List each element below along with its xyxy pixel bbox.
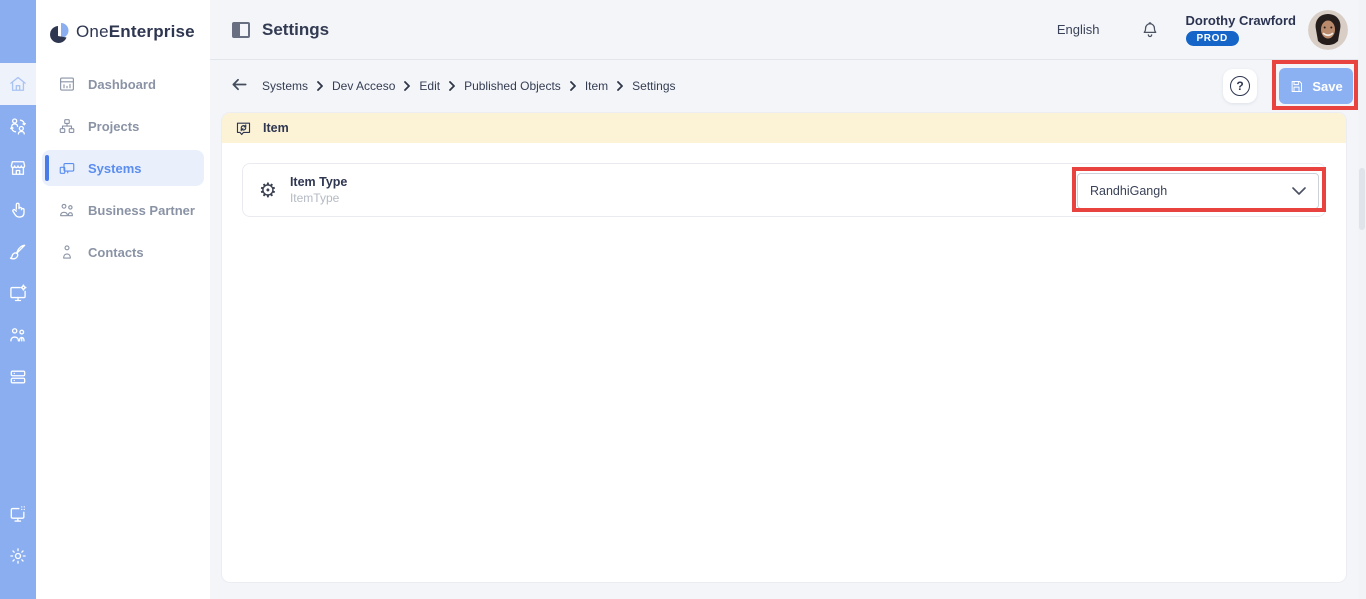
scrollbar-track: [1358, 0, 1366, 599]
save-disk-icon: [1291, 80, 1303, 92]
breadcrumb-item-systems[interactable]: Systems: [262, 79, 308, 93]
brand-logo-icon: [50, 23, 69, 43]
help-button[interactable]: ?: [1223, 69, 1257, 103]
systems-icon: [59, 162, 75, 174]
chevron-right-icon: [449, 80, 455, 91]
chevron-down-icon: [1292, 186, 1306, 195]
settings-gear-icon: [10, 548, 26, 564]
page-title: Settings: [262, 19, 330, 39]
breadcrumb-item-published-objects[interactable]: Published Objects: [464, 79, 561, 93]
rail-monitor-apps-icon[interactable]: [0, 493, 36, 535]
bell-icon: [1143, 21, 1156, 37]
active-item-indicator: [45, 155, 49, 181]
sidebar-item-label: Business Partner: [88, 202, 195, 218]
business-partner-icon: [60, 203, 73, 217]
save-button[interactable]: Save: [1279, 68, 1353, 104]
sidebar-item-label: Projects: [88, 118, 140, 134]
rail-paint-brush-icon[interactable]: [0, 231, 36, 273]
chevron-right-icon: [404, 80, 411, 91]
topbar-right: English Dorothy Crawford PROD: [1057, 9, 1348, 50]
brand-logo[interactable]: OneEnterprise: [36, 0, 210, 48]
rail-business-partner-icon[interactable]: [0, 314, 36, 356]
monitor-star-icon: [10, 284, 27, 302]
home-icon: [10, 76, 26, 91]
rail-people-sync-icon[interactable]: [0, 105, 36, 147]
sidebar-item-label: Dashboard: [88, 76, 156, 92]
brand-name: OneEnterprise: [76, 22, 195, 41]
sidebar: OneEnterprise Dashboard Projects Systems…: [36, 0, 210, 599]
scrollbar-thumb[interactable]: [1359, 168, 1365, 230]
main-area: Settings English Dorothy Crawford PROD S…: [210, 0, 1366, 599]
breadcrumb-item-dev-acceso[interactable]: Dev Acceso: [332, 79, 395, 93]
toolbar: Systems Dev Acceso Edit Published Object…: [210, 61, 1358, 110]
breadcrumb-item-edit[interactable]: Edit: [419, 79, 440, 93]
sidebar-nav: Dashboard Projects Systems Business Part…: [36, 63, 210, 273]
rail-server-icon[interactable]: [0, 356, 36, 398]
section-banner: Item: [222, 113, 1346, 143]
sidebar-item-business-partner[interactable]: Business Partner: [36, 189, 210, 231]
language-selector[interactable]: English: [1057, 22, 1100, 37]
rail-home-icon[interactable]: [0, 63, 36, 105]
chevron-right-icon: [569, 80, 576, 91]
projects-icon: [59, 119, 75, 133]
sidebar-item-label: Contacts: [88, 244, 144, 260]
gear-icon: ⚙: [259, 178, 277, 202]
user-name: Dorothy Crawford: [1185, 13, 1297, 28]
environment-badge: PROD: [1185, 31, 1239, 46]
topbar: Settings English Dorothy Crawford PROD: [210, 0, 1358, 60]
store-icon: [10, 161, 26, 175]
field-sublabel: ItemType: [289, 191, 340, 205]
content-panel: Item ⚙ Item Type ItemType RandhiGangh: [222, 113, 1346, 582]
chevron-right-icon: [317, 80, 323, 91]
back-button[interactable]: [230, 75, 249, 94]
rail-settings-gear-icon[interactable]: [0, 535, 36, 577]
sidebar-item-contacts[interactable]: Contacts: [36, 231, 210, 273]
item-type-dropdown[interactable]: RandhiGangh: [1077, 173, 1319, 209]
hand-pointer-icon: [12, 202, 25, 218]
people-sync-icon: [10, 118, 26, 135]
save-button-label: Save: [1312, 78, 1343, 94]
field-labels: Item Type ItemType: [290, 175, 347, 205]
dropdown-selected-value: RandhiGangh: [1090, 184, 1168, 198]
sidebar-item-label: Systems: [88, 160, 142, 176]
business-partner-icon: [10, 328, 25, 342]
avatar-photo: [1308, 9, 1348, 50]
field-label: Item Type: [289, 175, 348, 189]
question-icon: ?: [1230, 76, 1250, 96]
sidebar-item-systems[interactable]: Systems: [36, 147, 210, 189]
sidebar-item-dashboard[interactable]: Dashboard: [36, 63, 210, 105]
breadcrumb: Systems Dev Acceso Edit Published Object…: [262, 61, 676, 110]
contacts-icon: [63, 245, 71, 259]
monitor-apps-icon: [10, 506, 25, 522]
user-avatar[interactable]: [1308, 9, 1348, 50]
breadcrumb-item-item[interactable]: Item: [585, 79, 608, 93]
dashboard-icon: [60, 77, 74, 91]
icon-rail: [0, 0, 36, 599]
arrow-left-icon: [232, 78, 247, 91]
field-row-item-type: ⚙ Item Type ItemType RandhiGangh: [242, 163, 1326, 217]
rail-monitor-star-icon[interactable]: [0, 272, 36, 314]
user-block: Dorothy Crawford PROD: [1185, 13, 1297, 46]
rail-store-icon[interactable]: [0, 147, 36, 189]
item-sync-icon: [236, 122, 251, 135]
sidebar-toggle-icon[interactable]: [232, 21, 250, 38]
paint-brush-icon: [9, 244, 26, 260]
rail-hand-pointer-icon[interactable]: [0, 189, 36, 231]
breadcrumb-item-settings[interactable]: Settings: [632, 79, 675, 93]
sidebar-item-projects[interactable]: Projects: [36, 105, 210, 147]
server-icon: [10, 370, 26, 384]
chevron-right-icon: [617, 80, 624, 91]
section-title: Item: [263, 121, 289, 135]
notifications-button[interactable]: [1140, 20, 1160, 40]
